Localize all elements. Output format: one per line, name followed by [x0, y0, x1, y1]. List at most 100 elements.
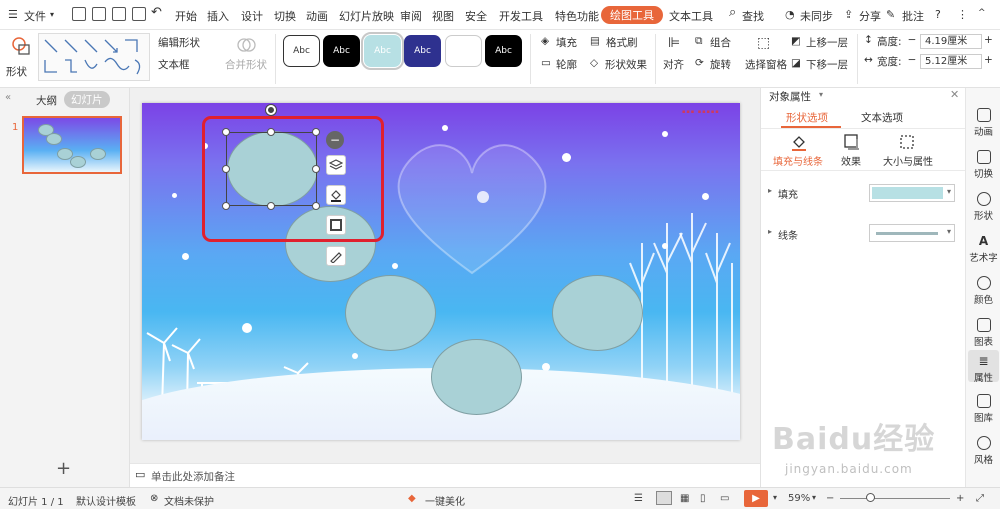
view-list-icon[interactable]: ☰ — [634, 493, 643, 504]
print-icon[interactable] — [112, 7, 126, 21]
sidebar-chart[interactable]: 图表 — [966, 318, 1000, 348]
style-sample-2[interactable]: Abc — [323, 35, 360, 67]
tab-developer[interactable]: 开发工具 — [499, 8, 543, 24]
presenter-view-icon[interactable]: ▭ — [720, 493, 729, 504]
shape-button[interactable]: 形状 — [6, 64, 27, 79]
notes-bar[interactable]: ▭ 单击此处添加备注 — [130, 463, 760, 487]
sidebar-wordart[interactable]: A 艺术字 — [966, 234, 1000, 264]
edit-shape-button[interactable]: 编辑形状 — [158, 35, 200, 50]
fill-color-picker[interactable]: ▾ — [869, 184, 955, 202]
subtab-fill-line[interactable]: 填充与线条 — [773, 153, 823, 168]
zoom-in-icon[interactable]: + — [956, 493, 964, 504]
sidebar-animation[interactable]: 动画 — [966, 108, 1000, 138]
tab-special[interactable]: 特色功能 — [555, 8, 599, 24]
pen-icon[interactable] — [326, 246, 346, 266]
outline-button[interactable]: 轮廓 — [556, 57, 577, 72]
style-sample-5[interactable] — [445, 35, 482, 67]
textbox-button[interactable]: 文本框 — [158, 57, 190, 72]
shape-gallery[interactable] — [38, 33, 150, 81]
tab-drawing-tools[interactable]: 绘图工具 — [601, 6, 663, 24]
line-style-picker[interactable]: ▾ — [869, 224, 955, 242]
collapse-panel-icon[interactable]: « — [5, 92, 11, 103]
subtab-effect[interactable]: 效果 — [841, 153, 861, 168]
help-icon[interactable]: ? — [935, 8, 941, 21]
fill-button[interactable]: 填充 — [556, 35, 577, 50]
expand-arrow-icon[interactable]: ▸ — [768, 227, 772, 236]
tab-text-options[interactable]: 文本选项 — [861, 110, 903, 125]
normal-view-icon[interactable] — [656, 491, 672, 505]
tab-insert[interactable]: 插入 — [207, 8, 229, 24]
rotate-handle[interactable] — [266, 105, 276, 115]
style-sample-1[interactable]: Abc — [283, 35, 320, 67]
sorter-view-icon[interactable]: ▦ — [680, 493, 689, 504]
bring-forward-button[interactable]: 上移一层 — [806, 35, 848, 50]
outline-tab[interactable]: 大纲 — [36, 93, 57, 108]
line-section-label[interactable]: 线条 — [778, 227, 798, 242]
reading-view-icon[interactable]: ▯ — [700, 493, 706, 504]
selection-pane-button[interactable]: 选择窗格 — [745, 57, 787, 72]
chevron-down-icon[interactable]: ▾ — [50, 10, 54, 19]
design-template[interactable]: 默认设计模板 — [76, 493, 136, 508]
width-increment[interactable]: + — [984, 54, 993, 66]
oval-shape-3[interactable] — [345, 275, 436, 351]
sidebar-color[interactable]: 颜色 — [966, 276, 1000, 306]
fill-section-label[interactable]: 填充 — [778, 186, 798, 201]
expand-arrow-icon[interactable]: ▸ — [768, 186, 772, 195]
oval-shape-5[interactable] — [431, 339, 522, 415]
zoom-out-icon[interactable]: − — [826, 493, 834, 504]
merge-shape-button[interactable]: 合并形状 — [225, 57, 267, 72]
tab-view[interactable]: 视图 — [432, 8, 454, 24]
style-sample-4[interactable]: Abc — [404, 35, 441, 67]
tab-review[interactable]: 审阅 — [400, 8, 422, 24]
play-slideshow-button[interactable]: ▶ — [744, 490, 768, 507]
shape-effect-button[interactable]: 形状效果 — [605, 57, 647, 72]
width-decrement[interactable]: − — [906, 54, 918, 66]
tab-design[interactable]: 设计 — [241, 8, 263, 24]
hamburger-icon[interactable]: ☰ — [8, 8, 18, 21]
export-icon[interactable] — [92, 7, 106, 21]
collapse-ribbon-icon[interactable]: ^ — [978, 8, 986, 18]
style-sample-3[interactable]: Abc — [361, 32, 404, 70]
group-button[interactable]: 组合 — [710, 35, 731, 50]
height-input[interactable]: 4.19厘米 — [920, 34, 982, 49]
slide[interactable]: ▪▪▪ ▪▪▪▪▪ − — [142, 103, 740, 440]
chevron-down-icon[interactable]: ▾ — [812, 493, 816, 502]
sidebar-style[interactable]: 风格 — [966, 436, 1000, 466]
height-decrement[interactable]: − — [906, 34, 918, 46]
preview-icon[interactable] — [132, 7, 146, 21]
zoom-level[interactable]: 59% — [788, 493, 810, 504]
tab-slideshow[interactable]: 幻灯片放映 — [339, 8, 394, 24]
sidebar-properties[interactable]: ≣ 属性 — [966, 354, 1000, 384]
width-input[interactable]: 5.12厘米 — [920, 54, 982, 69]
tab-text-tools[interactable]: 文本工具 — [669, 8, 713, 24]
oval-shape-4[interactable] — [552, 275, 643, 351]
add-slide-icon[interactable]: + — [56, 458, 71, 479]
undo-icon[interactable]: ↶ — [151, 5, 162, 20]
sidebar-shape[interactable]: 形状 — [966, 192, 1000, 222]
slides-tab[interactable]: 幻灯片 — [64, 91, 110, 108]
format-brush-button[interactable]: 格式刷 — [606, 35, 638, 50]
chevron-down-icon[interactable]: ▾ — [819, 90, 823, 99]
send-backward-button[interactable]: 下移一层 — [806, 57, 848, 72]
menu-file[interactable]: 文件 — [24, 8, 46, 24]
document-protection[interactable]: 文档未保护 — [164, 493, 214, 508]
chevron-down-icon[interactable]: ▾ — [773, 493, 777, 502]
tab-animation[interactable]: 动画 — [306, 8, 328, 24]
tab-shape-options[interactable]: 形状选项 — [786, 110, 828, 125]
style-sample-6[interactable]: Abc — [485, 35, 522, 67]
one-click-beautify[interactable]: 一键美化 — [425, 493, 465, 508]
comment-button[interactable]: 批注 — [902, 8, 924, 24]
align-button[interactable]: 对齐 — [663, 57, 684, 72]
sync-status[interactable]: 未同步 — [800, 8, 833, 24]
tab-transition[interactable]: 切换 — [274, 8, 296, 24]
rotate-button[interactable]: 旋转 — [710, 57, 731, 72]
more-icon[interactable]: ⋮ — [957, 8, 968, 21]
share-button[interactable]: 分享 — [859, 8, 881, 24]
save-icon[interactable] — [72, 7, 86, 21]
fit-window-icon[interactable]: ⤢ — [976, 493, 984, 504]
tab-security[interactable]: 安全 — [465, 8, 487, 24]
tab-home[interactable]: 开始 — [175, 8, 197, 24]
zoom-slider-thumb[interactable] — [865, 493, 875, 502]
sidebar-transition[interactable]: 切换 — [966, 150, 1000, 180]
search-button[interactable]: 查找 — [742, 8, 764, 24]
